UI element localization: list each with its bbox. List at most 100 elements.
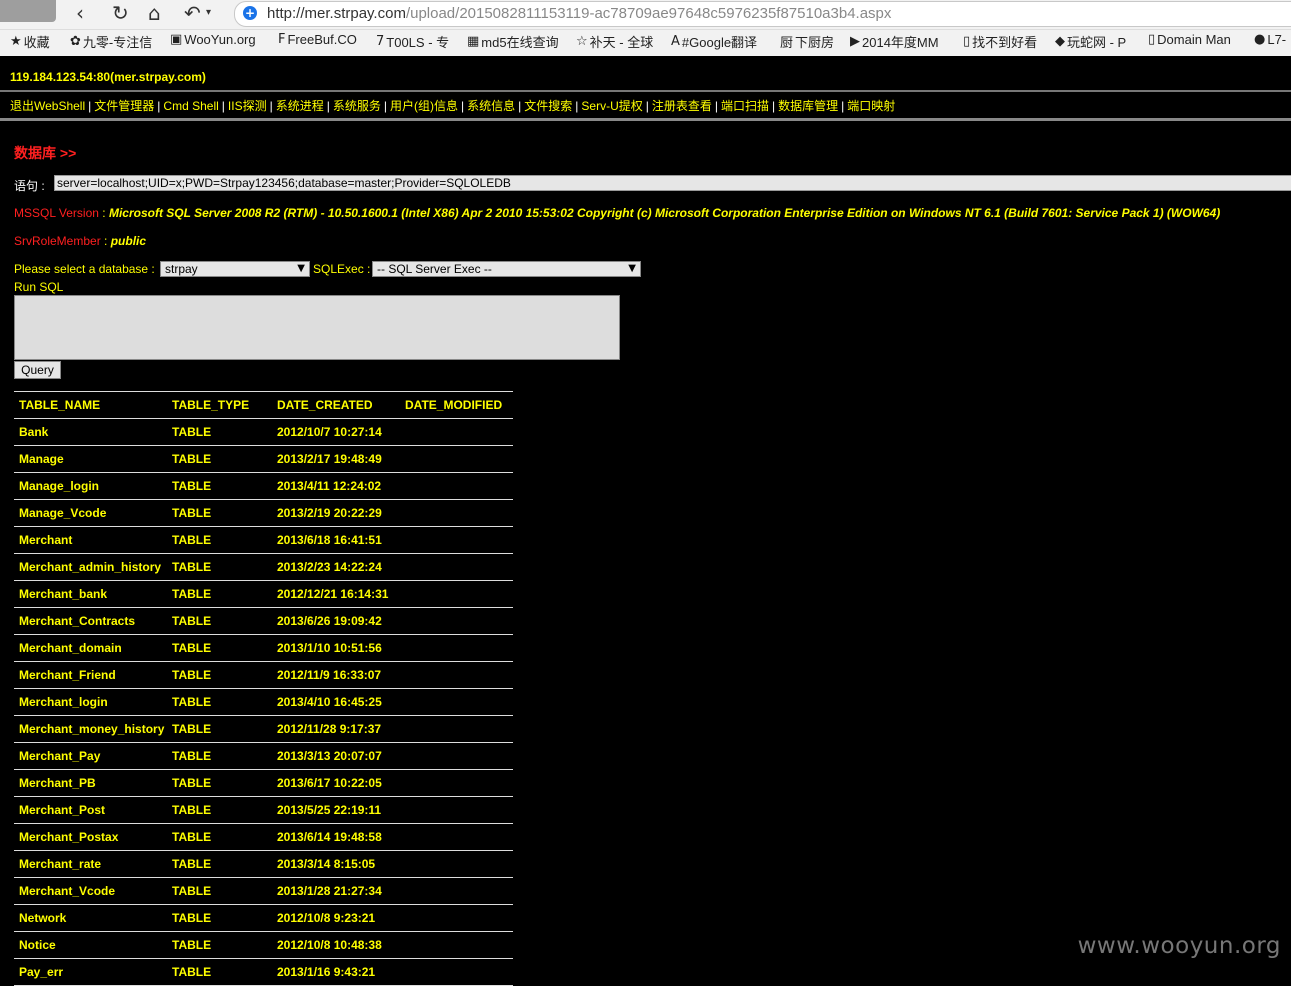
- table-row: Pay_err TABLE 2013/1/16 9:43:21: [14, 958, 513, 986]
- menu-item[interactable]: Serv-U提权: [581, 99, 642, 113]
- menu-separator: |: [383, 99, 387, 113]
- undo-icon[interactable]: ↶: [184, 1, 201, 25]
- bookmark-item[interactable]: ▣ WooYun.org: [170, 32, 256, 47]
- reload-icon[interactable]: ↻: [112, 1, 129, 25]
- table-cell: 2012/11/9 16:33:07: [272, 661, 400, 689]
- bookmark-item[interactable]: ▯ 找不到好看: [963, 32, 1037, 51]
- table-cell: Notice: [14, 931, 167, 959]
- table-row: Manage_login TABLE 2013/4/11 12:24:02: [14, 472, 513, 500]
- table-cell: [400, 661, 513, 689]
- menu-separator: |: [461, 99, 465, 113]
- table-cell: Merchant_Friend: [14, 661, 167, 689]
- menu-item[interactable]: 系统进程: [276, 99, 324, 113]
- table-cell: [400, 688, 513, 716]
- address-bar[interactable]: + http://mer.strpay.com/upload/201508281…: [234, 1, 1291, 27]
- home-icon[interactable]: ⌂: [148, 1, 161, 25]
- bookmark-item[interactable]: A #Google翻译: [671, 32, 757, 51]
- table-row: Merchant_money_history TABLE 2012/11/28 9:…: [14, 715, 513, 743]
- circle-icon: ●: [1254, 32, 1266, 47]
- bookmark-item[interactable]: ▯ Domain Man: [1148, 32, 1231, 47]
- bookmark-item[interactable]: 厨下厨房: [780, 32, 834, 51]
- section-title: 数据库 >>: [14, 145, 77, 161]
- menu-separator: |: [714, 99, 719, 113]
- query-button[interactable]: Query: [14, 361, 61, 379]
- table-cell: TABLE: [167, 661, 272, 689]
- bookmark-item[interactable]: F FreeBuf.CO: [278, 32, 357, 47]
- table-cell: 2012/12/21 16:14:31: [272, 580, 400, 608]
- menu: 退出WebShell | 文件管理器 | Cmd Shell | IIS探测 | 系统进程 | 系统…: [10, 97, 895, 114]
- star-outline-icon: ☆: [576, 34, 588, 49]
- table-cell: TABLE: [167, 688, 272, 716]
- table-cell: Manage: [14, 445, 167, 473]
- table-cell: [400, 850, 513, 878]
- table-row: Merchant_login TABLE 2013/4/10 16:45:25: [14, 688, 513, 716]
- bookmark-item[interactable]: ▶ 2014年度MM: [850, 32, 939, 51]
- table-cell: TABLE: [167, 796, 272, 824]
- menu-item[interactable]: 数据库管理: [778, 99, 838, 113]
- database-select[interactable]: strpay ▼: [160, 261, 310, 277]
- table-cell: TABLE: [167, 499, 272, 527]
- table-cell: Merchant_domain: [14, 634, 167, 662]
- menu-item[interactable]: 端口扫描: [721, 99, 769, 113]
- table-cell: 2013/3/13 20:07:07: [272, 742, 400, 770]
- menu-item[interactable]: 文件管理器: [94, 99, 154, 113]
- menu-item[interactable]: 注册表查看: [652, 99, 712, 113]
- menu-item[interactable]: IIS探测: [228, 99, 267, 113]
- browser-app-button[interactable]: [0, 0, 56, 22]
- bookmark-item[interactable]: ☆ 补天 - 全球: [576, 32, 653, 51]
- menu-item[interactable]: 端口映射: [847, 99, 895, 113]
- host-label: 119.184.123.54:80(mer.strpay.com): [10, 70, 206, 84]
- table-cell: TABLE: [167, 472, 272, 500]
- chevron-down-icon: ▼: [628, 263, 636, 274]
- host-bar: 119.184.123.54:80(mer.strpay.com): [0, 62, 1291, 92]
- table-cell: 2013/6/26 19:09:42: [272, 607, 400, 635]
- url-text: http://mer.strpay.com/upload/20150828111…: [267, 5, 892, 22]
- bookmark-label: 收藏: [23, 35, 50, 50]
- bookmark-label: L7-: [1267, 32, 1287, 47]
- table-cell: [400, 607, 513, 635]
- table-cell: Merchant_rate: [14, 850, 167, 878]
- bookmark-item[interactable]: ◆ 玩蛇网 - P: [1055, 32, 1126, 51]
- statement-input[interactable]: [54, 175, 1291, 191]
- menu-separator: |: [88, 99, 92, 113]
- bookmark-item[interactable]: ★ 收藏: [10, 32, 50, 51]
- table-cell: 2013/6/14 19:48:58: [272, 823, 400, 851]
- site-info-icon[interactable]: +: [243, 6, 257, 20]
- menu-separator: |: [269, 99, 273, 113]
- bookmark-item[interactable]: 7 T00LS - 专: [376, 32, 449, 51]
- sqlexec-select[interactable]: -- SQL Server Exec -- ▼: [372, 261, 641, 277]
- menu-item[interactable]: 退出WebShell: [10, 99, 85, 113]
- doc-icon: ▯: [1148, 32, 1156, 47]
- bookmark-item[interactable]: ▦ md5在线查询: [467, 32, 559, 51]
- menu-item[interactable]: 系统信息: [467, 99, 515, 113]
- table-cell: Merchant_Contracts: [14, 607, 167, 635]
- bookmark-item[interactable]: ✿ 九零-专注信: [70, 32, 152, 51]
- table-cell: [400, 418, 513, 446]
- bookmark-item[interactable]: ● L7-: [1254, 32, 1286, 47]
- table-cell: TABLE: [167, 904, 272, 932]
- table-cell: Merchant_Postax: [14, 823, 167, 851]
- menu-item[interactable]: 用户(组)信息: [390, 99, 458, 113]
- column-header: TABLE_NAME: [14, 391, 167, 419]
- page-icon: ▣: [170, 32, 183, 47]
- menu-item[interactable]: 系统服务: [333, 99, 381, 113]
- star-icon: ★: [10, 34, 22, 49]
- back-icon[interactable]: ‹: [76, 1, 84, 25]
- chevron-down-icon[interactable]: ▾: [206, 1, 211, 25]
- menu-item[interactable]: 文件搜索: [524, 99, 572, 113]
- run-sql-label: Run SQL: [14, 280, 64, 294]
- table-row: Notice TABLE 2012/10/8 10:48:38: [14, 931, 513, 959]
- table-cell: TABLE: [167, 850, 272, 878]
- sql-textarea[interactable]: [14, 295, 620, 360]
- menu-item[interactable]: Cmd Shell: [163, 99, 218, 113]
- table-row: Merchant_Vcode TABLE 2013/1/28 21:27:34: [14, 877, 513, 905]
- bookmark-label: 2014年度MM: [862, 35, 939, 50]
- freebuf-icon: F: [278, 32, 286, 47]
- table-cell: Merchant_admin_history: [14, 553, 167, 581]
- table-cell: TABLE: [167, 715, 272, 743]
- table-cell: TABLE: [167, 931, 272, 959]
- translate-icon: A: [671, 34, 680, 49]
- bookmark-label: md5在线查询: [481, 35, 559, 50]
- table-row: Merchant_bank TABLE 2012/12/21 16:14:31: [14, 580, 513, 608]
- table-cell: Merchant_money_history: [14, 715, 167, 743]
